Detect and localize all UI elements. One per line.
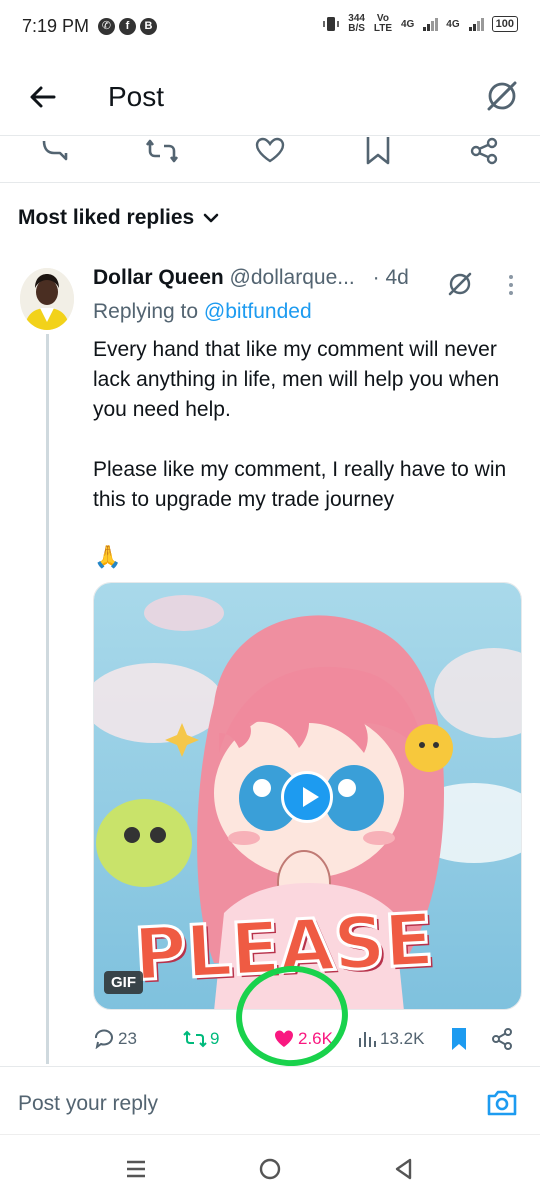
repost-count: 9 xyxy=(210,1029,220,1048)
back-arrow-icon[interactable] xyxy=(26,80,60,114)
reply-input[interactable]: Post your reply xyxy=(18,1092,158,1116)
facebook-icon: f xyxy=(119,18,136,35)
chevron-down-icon xyxy=(203,213,219,223)
bookmark-filled-icon[interactable] xyxy=(450,1028,468,1050)
gif-media[interactable]: PLEASE GIF xyxy=(93,582,522,1010)
author-name[interactable]: Dollar Queen xyxy=(93,266,224,289)
grok-icon[interactable] xyxy=(446,270,474,298)
folded-hands-emoji: 🙏 xyxy=(94,544,122,569)
whatsapp-icon: ✆ xyxy=(98,18,115,35)
views-action[interactable]: 13.2K xyxy=(357,1024,424,1054)
net-speed: 344 B/S xyxy=(348,13,365,34)
author-handle[interactable]: @dollarque... xyxy=(230,266,355,289)
system-navbar xyxy=(0,1134,540,1200)
bitcoin-icon: B xyxy=(140,18,157,35)
battery-indicator: 100 xyxy=(491,16,518,32)
camera-icon[interactable] xyxy=(486,1089,518,1117)
signal-icon xyxy=(423,18,439,31)
reply-icon xyxy=(95,1029,113,1049)
status-right: 344 B/S Vo LTE 4G 4G 100 xyxy=(322,14,518,34)
network-1: 4G xyxy=(400,18,415,30)
reply-paragraph-2: Please like my comment, I really have to… xyxy=(93,458,507,511)
mention-link[interactable]: @bitfunded xyxy=(204,300,312,323)
status-time: 7:19 PM xyxy=(22,16,90,36)
gif-badge: GIF xyxy=(104,971,143,994)
menu-icon[interactable] xyxy=(124,1157,148,1181)
sort-label: Most liked replies xyxy=(18,206,195,229)
home-circle-icon[interactable] xyxy=(258,1157,282,1181)
reply-icon[interactable] xyxy=(40,137,72,165)
reply-sort-dropdown[interactable]: Most liked replies xyxy=(18,206,220,230)
view-count: 13.2K xyxy=(380,1029,425,1048)
post-time: · 4d xyxy=(372,266,409,289)
notification-icons: ✆ f B xyxy=(98,18,157,35)
back-triangle-icon[interactable] xyxy=(392,1157,416,1181)
like-icon[interactable] xyxy=(254,137,286,165)
share-icon[interactable] xyxy=(468,137,500,165)
retweet-icon xyxy=(183,1030,207,1048)
page-title: Post xyxy=(108,81,165,112)
share-icon[interactable] xyxy=(491,1028,513,1050)
avatar[interactable] xyxy=(20,268,74,330)
reply-composer[interactable]: Post your reply xyxy=(0,1066,540,1134)
grok-icon[interactable] xyxy=(484,78,520,114)
reply-text: Every hand that like my comment will nev… xyxy=(93,335,513,545)
signal-icon-2 xyxy=(468,18,484,31)
more-options-icon[interactable] xyxy=(504,272,518,298)
vibrate-icon xyxy=(323,17,340,31)
header: Post xyxy=(0,60,540,136)
volte-label: Vo LTE xyxy=(373,13,393,34)
main-post-actions xyxy=(0,137,540,183)
reply-paragraph-1: Every hand that like my comment will nev… xyxy=(93,338,500,421)
thread-line xyxy=(46,334,49,1064)
bookmark-icon[interactable] xyxy=(362,137,394,165)
play-button[interactable] xyxy=(281,771,333,823)
replying-to: Replying to @bitfunded xyxy=(93,300,312,323)
status-bar: 7:19 PM ✆ f B 344 B/S Vo LTE 4G 4G 100 xyxy=(0,0,540,56)
reply-action[interactable]: 23 xyxy=(93,1024,137,1054)
network-2: 4G xyxy=(446,18,460,30)
repost-action[interactable]: 9 xyxy=(183,1024,219,1054)
views-chart-icon xyxy=(359,1032,376,1047)
reply-count: 23 xyxy=(118,1029,137,1048)
retweet-icon[interactable] xyxy=(146,137,178,165)
